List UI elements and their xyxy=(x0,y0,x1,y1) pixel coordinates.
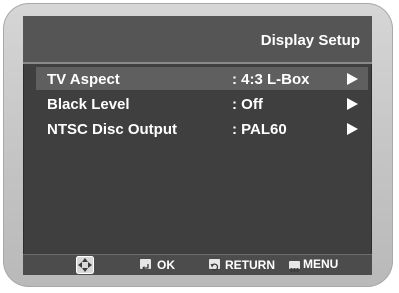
arrow-right-icon xyxy=(347,73,358,85)
ok-label: OK xyxy=(157,258,175,272)
menu-item-label: TV Aspect xyxy=(47,71,120,88)
menu-item-ntsc-disc-output[interactable]: NTSC Disc Output : PAL60 xyxy=(36,117,368,140)
dpad-icon[interactable] xyxy=(76,256,94,274)
footer-bar: OK RETURN MENU xyxy=(23,254,372,275)
menu-item-label: NTSC Disc Output xyxy=(47,121,177,138)
menu-item-value: : 4:3 L-Box xyxy=(232,71,310,88)
menu-item-tv-aspect[interactable]: TV Aspect : 4:3 L-Box xyxy=(36,67,368,90)
menu-item-label: Black Level xyxy=(47,96,130,113)
title-bar: Display Setup xyxy=(23,16,372,62)
return-icon[interactable] xyxy=(209,259,220,271)
page-title: Display Setup xyxy=(260,32,360,49)
menu-item-value: : PAL60 xyxy=(232,121,287,138)
menu-icon[interactable] xyxy=(289,261,300,272)
menu-item-black-level[interactable]: Black Level : Off xyxy=(36,92,368,115)
return-label: RETURN xyxy=(225,258,275,272)
osd-screen: Display Setup TV Aspect : 4:3 L-Box Blac… xyxy=(23,16,372,275)
menu-label: MENU xyxy=(303,257,339,271)
enter-icon[interactable] xyxy=(140,259,151,270)
title-divider xyxy=(23,62,372,64)
arrow-right-icon xyxy=(347,98,358,110)
menu-item-value: : Off xyxy=(232,96,263,113)
arrow-right-icon xyxy=(347,123,358,135)
